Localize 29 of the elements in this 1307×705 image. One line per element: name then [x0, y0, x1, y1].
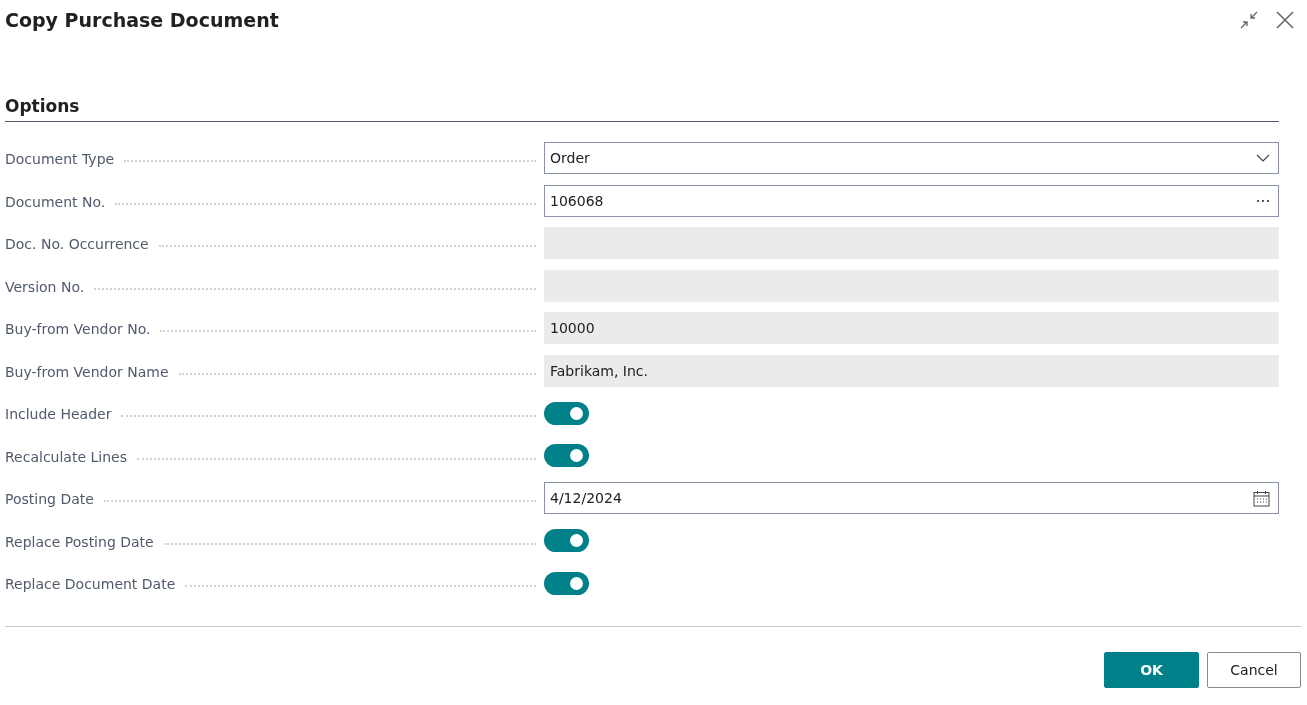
field-label: Doc. No. Occurrence: [5, 235, 149, 252]
field-label: Include Header: [5, 405, 112, 422]
toggle-switch[interactable]: [544, 571, 589, 595]
field-label: Document No.: [5, 192, 106, 210]
date-field[interactable]: 4/12/2024: [544, 482, 1279, 514]
section-heading: Options: [5, 96, 1279, 122]
toggle-switch[interactable]: [544, 401, 589, 425]
field-label: Version No.: [5, 277, 85, 295]
field-label: Posting Date: [5, 490, 94, 507]
field-label: Buy-from Vendor Name: [5, 362, 169, 380]
field-label: Document Type: [5, 150, 115, 167]
dialog-title: Copy Purchase Document: [5, 9, 279, 31]
readonly-field: 10000: [544, 312, 1279, 344]
field-label: Buy-from Vendor No.: [5, 320, 151, 337]
field-label: Replace Posting Date: [5, 532, 154, 550]
dropdown-field[interactable]: Order: [544, 142, 1279, 174]
toggle-switch[interactable]: [544, 444, 589, 467]
input-field[interactable]: 106068: [544, 184, 1279, 217]
ellipsis-icon[interactable]: [1256, 198, 1270, 203]
field-label: Recalculate Lines: [5, 447, 127, 465]
chevron-down-icon: [1256, 154, 1270, 162]
cancel-button[interactable]: Cancel: [1207, 652, 1301, 688]
toggle-switch[interactable]: [544, 529, 589, 552]
calendar-icon[interactable]: [1253, 489, 1270, 507]
ok-button[interactable]: OK: [1104, 652, 1199, 688]
close-icon[interactable]: [1275, 10, 1295, 30]
field-label: Replace Document Date: [5, 575, 176, 592]
readonly-field: Fabrikam, Inc.: [544, 354, 1279, 387]
collapse-icon[interactable]: [1239, 10, 1259, 30]
